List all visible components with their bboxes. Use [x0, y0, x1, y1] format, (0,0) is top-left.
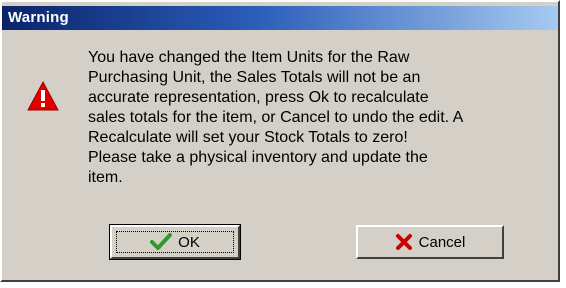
title-bar[interactable]: Warning — [2, 6, 558, 30]
cancel-button-label: Cancel — [418, 233, 466, 251]
warning-triangle-icon — [26, 80, 60, 112]
focus-rectangle — [116, 231, 234, 253]
window-title: Warning — [8, 9, 69, 26]
cancel-button[interactable]: Cancel — [356, 225, 504, 259]
ok-button[interactable]: OK — [109, 224, 241, 260]
warning-dialog: Warning You have changed the Item Units … — [0, 0, 560, 282]
x-mark-icon — [395, 233, 413, 251]
warning-message: You have changed the Item Units for the … — [88, 49, 464, 186]
